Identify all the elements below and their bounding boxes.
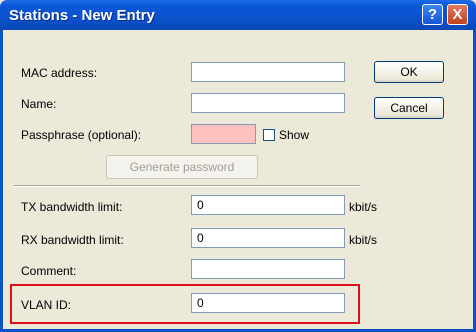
help-icon: ? — [427, 6, 438, 23]
rx-bandwidth-input[interactable] — [191, 228, 345, 248]
generate-password-button[interactable]: Generate password — [106, 155, 258, 179]
comment-input[interactable] — [191, 259, 345, 279]
name-input[interactable] — [191, 93, 345, 113]
title-bar[interactable]: Stations - New Entry ? X — [0, 0, 476, 30]
comment-label: Comment: — [21, 264, 77, 278]
tx-bandwidth-label: TX bandwidth limit: — [21, 200, 123, 214]
name-label: Name: — [21, 97, 57, 111]
vlan-highlight-box — [10, 284, 360, 324]
passphrase-label: Passphrase (optional): — [21, 128, 142, 142]
show-label[interactable]: Show — [279, 128, 309, 142]
close-icon: X — [452, 6, 463, 23]
help-button[interactable]: ? — [422, 4, 443, 25]
rx-unit-label: kbit/s — [349, 233, 378, 247]
rx-bandwidth-label: RX bandwidth limit: — [21, 233, 124, 247]
dialog-window: Stations - New Entry ? X MAC address: Na… — [0, 0, 476, 332]
show-checkbox[interactable] — [263, 129, 275, 141]
cancel-button[interactable]: Cancel — [374, 97, 444, 119]
tx-bandwidth-input[interactable] — [191, 195, 345, 215]
separator — [14, 185, 360, 187]
mac-address-input[interactable] — [191, 62, 345, 82]
tx-unit-label: kbit/s — [349, 200, 378, 214]
close-button[interactable]: X — [447, 4, 468, 25]
mac-address-label: MAC address: — [21, 66, 98, 80]
window-title: Stations - New Entry — [9, 7, 155, 24]
ok-button[interactable]: OK — [374, 61, 444, 83]
passphrase-input[interactable] — [191, 124, 256, 144]
